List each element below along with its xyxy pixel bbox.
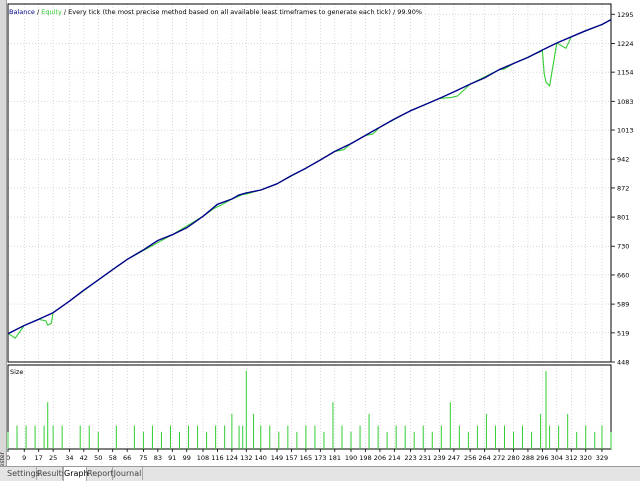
x-tick-label: 34 (65, 454, 73, 462)
x-tick-label: 42 (80, 454, 88, 462)
volume-label: Size (10, 368, 23, 376)
y-tick-label: 1013 (617, 127, 634, 135)
chart-area: 448 519 589 660 730 801 872 942 1013 1083 1154 1224… (7, 0, 640, 466)
x-tick-label: 165 (300, 454, 312, 462)
x-tick-label: 329 (596, 454, 608, 462)
y-tick-label: 1295 (617, 11, 634, 19)
y-tick-label: 730 (617, 243, 629, 251)
x-tick-label: 132 (240, 454, 252, 462)
y-tick-label: 660 (617, 271, 629, 279)
y-tick-label: 519 (617, 329, 629, 337)
header-info: Every tick (the most precise method base… (68, 8, 391, 16)
x-tick-label: 140 (255, 454, 267, 462)
x-tick-label: 83 (154, 454, 162, 462)
x-tick-label: 17 (35, 454, 43, 462)
x-tick-label: 99 (183, 454, 191, 462)
x-tick-label: 247 (448, 454, 460, 462)
tab-settings[interactable]: Settings (7, 467, 40, 480)
main-plot-border (7, 3, 612, 363)
x-tick-label: 157 (285, 454, 297, 462)
x-tick-label: 9 (22, 454, 26, 462)
x-tick-label: 173 (314, 454, 326, 462)
tab-journal[interactable]: Journal (113, 467, 143, 480)
x-tick-label: 288 (522, 454, 534, 462)
x-tick-label: 149 (271, 454, 283, 462)
x-tick-label: 75 (139, 454, 147, 462)
y-tick-label: 1154 (617, 69, 634, 77)
y-tick-label: 589 (617, 301, 629, 309)
y-axis: 448 519 589 660 730 801 872 942 1013 1083 1154 1224… (611, 11, 634, 367)
x-tick-label: 231 (419, 454, 431, 462)
x-tick-label: 58 (109, 454, 117, 462)
x-tick-label: 214 (388, 454, 400, 462)
y-tick-label: 448 (617, 359, 629, 367)
y-tick-label: 1083 (617, 98, 634, 106)
x-tick-label: 223 (404, 454, 416, 462)
x-tick-label: 198 (359, 454, 371, 462)
grid-volume (7, 365, 603, 449)
x-tick-label: 312 (565, 454, 577, 462)
tab-graph[interactable]: Graph (63, 467, 89, 481)
y-tick-label: 1224 (617, 40, 634, 48)
x-tick-label: 124 (226, 454, 238, 462)
x-tick-label: 239 (433, 454, 445, 462)
header-balance: Balance (9, 8, 35, 16)
y-tick-label: 942 (617, 156, 629, 164)
x-tick-label: 116 (211, 454, 223, 462)
header-equity: Equity (41, 8, 62, 16)
x-tick-label: 91 (168, 454, 176, 462)
grid-main (7, 4, 611, 363)
x-tick-label: 0 (7, 454, 10, 462)
side-strip: Tester (0, 0, 7, 480)
x-tick-label: 264 (478, 454, 490, 462)
x-tick-label: 50 (94, 454, 102, 462)
x-tick-label: 206 (374, 454, 386, 462)
tab-report[interactable]: Report (87, 467, 114, 480)
x-tick-label: 296 (536, 454, 548, 462)
tab-results[interactable]: Results (37, 467, 66, 480)
x-tick-label: 25 (49, 454, 57, 462)
x-tick-label: 181 (329, 454, 341, 462)
x-tick-label: 320 (580, 454, 592, 462)
balance-chart: 4485195896607308018729421013108311541224… (7, 3, 634, 462)
header: Balance / Equity / Every tick (the most … (9, 8, 422, 16)
x-tick-label: 304 (551, 454, 563, 462)
y-tick-label: 801 (617, 214, 629, 222)
x-tick-label: 280 (507, 454, 519, 462)
x-tick-label: 190 (345, 454, 357, 462)
y-tick-label: 872 (617, 184, 629, 192)
x-tick-label: 108 (197, 454, 209, 462)
x-tick-label: 256 (464, 454, 476, 462)
x-tick-label: 272 (493, 454, 505, 462)
x-axis: 0 9 17 25 34 42 50 58 66 75 83 91 99 108 116 124 132 140 1… (7, 449, 608, 462)
tab-bar: Settings Results Graph Report Journal (0, 466, 640, 481)
x-tick-label: 66 (123, 454, 131, 462)
header-quality: 99.90% (397, 8, 422, 16)
